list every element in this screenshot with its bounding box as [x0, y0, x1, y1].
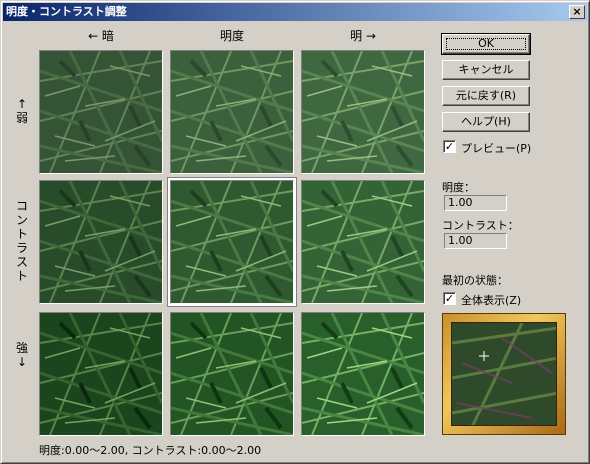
thumbnail-current[interactable]	[170, 180, 294, 304]
initial-state-label: 最初の状態：	[442, 274, 508, 287]
ok-button[interactable]: OK	[441, 33, 531, 55]
close-button[interactable]: ×	[569, 5, 585, 19]
title-bar[interactable]: 明度・コントラスト調整 ×	[3, 3, 587, 21]
column-header-brighter: 明 →	[350, 29, 376, 43]
brightness-contrast-dialog: 明度・コントラスト調整 × ← 暗 明度 明 → ↑ 弱 コ ン ト ラ ス ト…	[0, 0, 590, 464]
thumbnail-center-stronger[interactable]	[170, 312, 294, 436]
thumbnail-brighter-weaker[interactable]	[301, 50, 425, 174]
show-all-checkbox[interactable]: ✓	[443, 292, 456, 305]
thumbnail-darker-stronger[interactable]	[39, 312, 163, 436]
brightness-field[interactable]: 1.00	[444, 195, 507, 211]
contrast-field[interactable]: 1.00	[444, 233, 507, 249]
row-label-weaker: ↑ 弱	[15, 97, 28, 125]
thumbnail-center-weaker[interactable]	[170, 50, 294, 174]
preview-image	[451, 322, 557, 426]
show-all-checkbox-label[interactable]: 全体表示(Z)	[461, 292, 521, 308]
thumbnail-darker-weaker[interactable]	[39, 50, 163, 174]
range-info: 明度:0.00～2.00, コントラスト:0.00～2.00	[39, 444, 262, 457]
row-label-stronger: 強 ↓	[15, 341, 28, 369]
focus-rect	[446, 38, 526, 50]
row-label-contrast: コ ン ト ラ ス ト	[15, 199, 28, 283]
thumbnail-brighter-center[interactable]	[301, 180, 425, 304]
contrast-label: コントラスト：	[442, 219, 519, 232]
initial-state-preview[interactable]	[442, 313, 566, 435]
cancel-button[interactable]: キャンセル	[442, 60, 530, 80]
revert-button[interactable]: 元に戻す(R)	[442, 86, 530, 106]
column-header-brightness: 明度	[219, 29, 244, 43]
thumbnail-brighter-stronger[interactable]	[301, 312, 425, 436]
preview-checkbox[interactable]: ✓	[443, 140, 456, 153]
brightness-label: 明度：	[442, 181, 475, 194]
thumbnail-darker-center[interactable]	[39, 180, 163, 304]
help-button[interactable]: ヘルプ(H)	[442, 112, 530, 132]
window-title: 明度・コントラスト調整	[6, 5, 127, 18]
preview-checkbox-label[interactable]: プレビュー(P)	[461, 140, 531, 156]
column-header-darker: ← 暗	[88, 29, 114, 43]
